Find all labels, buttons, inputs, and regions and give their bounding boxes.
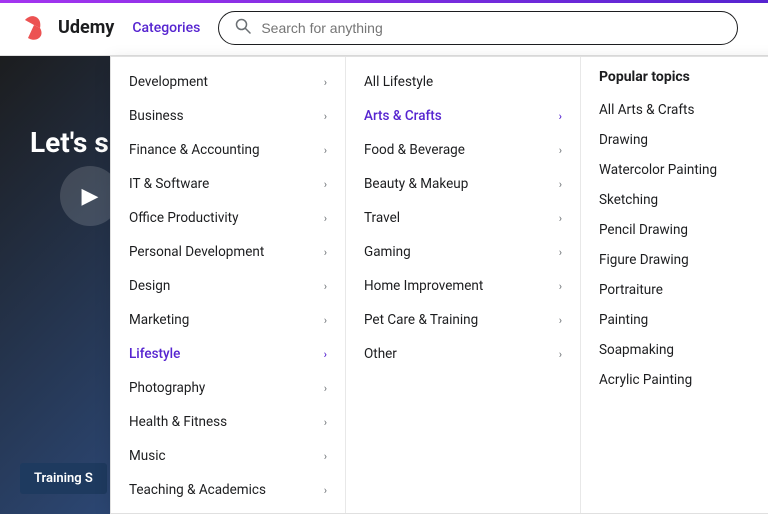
chevron-right-icon: › [559,280,562,293]
chevron-right-icon: › [324,416,327,429]
lifestyle-item-other[interactable]: Other› [346,337,580,371]
lifestyle-item-gaming[interactable]: Gaming› [346,235,580,269]
chevron-right-icon: › [559,212,562,225]
popular-item-drawing[interactable]: Drawing [581,125,768,155]
sidebar-item-marketing[interactable]: Marketing› [111,303,345,337]
chevron-right-icon: › [559,110,562,123]
search-bar [218,11,738,45]
lifestyle-subcategories-col: All LifestyleArts & Crafts›Food & Bevera… [346,57,581,513]
lifestyle-item-food--beverage[interactable]: Food & Beverage› [346,133,580,167]
popular-item-pencil-drawing[interactable]: Pencil Drawing [581,215,768,245]
search-icon [235,18,251,38]
lifestyle-item-travel[interactable]: Travel› [346,201,580,235]
chevron-right-icon: › [324,450,327,463]
sidebar-item-personal-development[interactable]: Personal Development› [111,235,345,269]
chevron-right-icon: › [324,212,327,225]
hero-title: Let's s [30,126,109,159]
chevron-right-icon: › [324,110,327,123]
top-accent-bar [0,0,768,3]
popular-item-sketching[interactable]: Sketching [581,185,768,215]
chevron-right-icon: › [324,178,327,191]
chevron-right-icon: › [559,314,562,327]
sidebar-item-business[interactable]: Business› [111,99,345,133]
popular-item-figure-drawing[interactable]: Figure Drawing [581,245,768,275]
chevron-right-icon: › [324,280,327,293]
training-badge: Training S [20,463,107,494]
hero-content: Let's s [30,126,109,159]
popular-item-portraiture[interactable]: Portraiture [581,275,768,305]
sidebar-item-design[interactable]: Design› [111,269,345,303]
sidebar-item-it--software[interactable]: IT & Software› [111,167,345,201]
lifestyle-item-pet-care--training[interactable]: Pet Care & Training› [346,303,580,337]
lifestyle-item-beauty--makeup[interactable]: Beauty & Makeup› [346,167,580,201]
popular-item-painting[interactable]: Painting [581,305,768,335]
sidebar-item-teaching--academics[interactable]: Teaching & Academics› [111,473,345,507]
chevron-right-icon: › [559,246,562,259]
popular-item-soapmaking[interactable]: Soapmaking [581,335,768,365]
chevron-right-icon: › [324,382,327,395]
categories-nav[interactable]: Categories [132,20,200,36]
sidebar-item-lifestyle[interactable]: Lifestyle› [111,337,345,371]
chevron-right-icon: › [324,314,327,327]
header: Udemy Categories [0,0,768,56]
lifestyle-item-arts--crafts[interactable]: Arts & Crafts› [346,99,580,133]
popular-item-acrylic-painting[interactable]: Acrylic Painting [581,365,768,395]
popular-topics-col: Popular topics All Arts & CraftsDrawingW… [581,57,768,513]
categories-dropdown: Development›Business›Finance & Accountin… [110,56,768,514]
chevron-right-icon: › [324,348,327,361]
logo[interactable]: Udemy [20,12,114,44]
chevron-right-icon: › [324,76,327,89]
lifestyle-item-home-improvement[interactable]: Home Improvement› [346,269,580,303]
logo-text: Udemy [58,17,114,38]
chevron-right-icon: › [324,484,327,497]
main-categories-col: Development›Business›Finance & Accountin… [111,57,346,513]
udemy-logo-icon [20,12,52,44]
sidebar-item-office-productivity[interactable]: Office Productivity› [111,201,345,235]
chevron-right-icon: › [324,246,327,259]
popular-item-all-arts--crafts[interactable]: All Arts & Crafts [581,95,768,125]
sidebar-item-music[interactable]: Music› [111,439,345,473]
popular-topics-header: Popular topics [581,69,768,95]
sidebar-item-health--fitness[interactable]: Health & Fitness› [111,405,345,439]
chevron-right-icon: › [559,144,562,157]
lifestyle-item-all-lifestyle[interactable]: All Lifestyle [346,65,580,99]
chevron-right-icon: › [324,144,327,157]
search-input[interactable] [261,20,721,36]
sidebar-item-photography[interactable]: Photography› [111,371,345,405]
popular-item-watercolor-painting[interactable]: Watercolor Painting [581,155,768,185]
sidebar-item-development[interactable]: Development› [111,65,345,99]
chevron-right-icon: › [559,178,562,191]
sidebar-item-finance--accounting[interactable]: Finance & Accounting› [111,133,345,167]
chevron-right-icon: › [559,348,562,361]
